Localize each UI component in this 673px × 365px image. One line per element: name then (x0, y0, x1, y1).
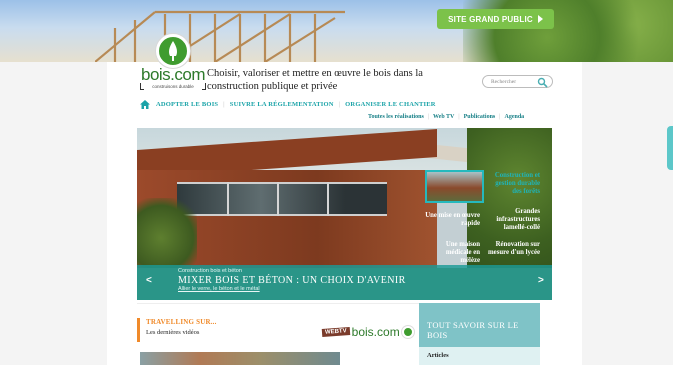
hero-window-mullion (327, 182, 329, 216)
hero-menu-item-forets[interactable]: Construction et gestion durable des forê… (486, 172, 540, 196)
hero-menu-item-maison-medicale[interactable]: Une maison médicale en mélèze (425, 241, 480, 265)
webtv-logo[interactable]: WEBTV bois.com (321, 322, 414, 342)
nav-separator: | (338, 100, 341, 108)
subnav-item-realisations[interactable]: Toutes les réalisations (368, 114, 424, 120)
side-feedback-tab[interactable] (667, 126, 673, 170)
main-nav: ADOPTER LE BOIS | SUIVRE LA RÉGLEMENTATI… (140, 99, 436, 109)
tout-savoir-title: TOUT SAVOIR SUR LE BOIS (427, 320, 519, 340)
site-logo[interactable]: bois.com construisons durable (140, 34, 206, 92)
hero-menu-item-lycee[interactable]: Rénovation sur mesure d'un lycée (484, 241, 540, 257)
nav-separator: | (223, 100, 225, 108)
subnav-separator: | (499, 114, 501, 120)
video-thumbnail[interactable] (140, 352, 340, 365)
search-input[interactable]: Rechercher (482, 75, 553, 88)
hero-title[interactable]: MIXER BOIS ET BÉTON : UN CHOIX D'AVENIR (178, 275, 406, 286)
travelling-section-header: TRAVELLING SUR... Les dernières vidéos (137, 318, 217, 342)
hero-caption[interactable]: Construction bois et béton MIXER BOIS ET… (137, 265, 552, 300)
hero-menu-item-mise-en-oeuvre[interactable]: Une mise en œuvre rapide (425, 212, 480, 228)
travelling-title: TRAVELLING SUR... (146, 318, 217, 326)
nav-item-chantier[interactable]: ORGANISER LE CHANTIER (345, 101, 436, 108)
search-icon[interactable] (537, 77, 548, 88)
logo-bracket-right (202, 83, 206, 90)
site-grand-public-label: SITE GRAND PUBLIC (448, 14, 533, 24)
hero-active-thumbnail[interactable] (425, 170, 484, 203)
subnav-item-publications[interactable]: Publications (464, 114, 496, 120)
home-icon[interactable] (140, 99, 150, 109)
articles-label: Articles (427, 352, 449, 359)
nav-item-reglementation[interactable]: SUIVRE LA RÉGLEMENTATION (230, 101, 334, 108)
subnav-item-agenda[interactable]: Agenda (504, 114, 524, 120)
subnav-separator: | (427, 114, 429, 120)
header-banner-photo (0, 0, 673, 62)
travelling-subtitle: Les dernières vidéos (146, 329, 200, 336)
hero-prev-arrow-icon[interactable]: < (146, 275, 152, 286)
hero-subtitle-link[interactable]: Allier le verre, le béton et le métal (178, 286, 260, 292)
logo-bracket-left (140, 83, 144, 90)
search-placeholder: Rechercher (491, 78, 517, 85)
hero-pretitle: Construction bois et béton (178, 268, 242, 274)
hero-windows (177, 182, 387, 216)
site-tagline: Choisir, valoriser et mettre en œuvre le… (207, 68, 423, 92)
play-arrow-icon (537, 15, 543, 23)
webtv-tag: WEBTV (321, 327, 350, 337)
site-grand-public-button[interactable]: SITE GRAND PUBLIC (437, 9, 554, 29)
logo-subtitle: construisons durable (152, 84, 194, 89)
tree-logo-icon (401, 326, 414, 338)
articles-tab[interactable]: Articles (419, 347, 540, 365)
logo-wordmark: bois.com (140, 65, 206, 84)
hero-next-arrow-icon[interactable]: > (538, 275, 544, 286)
browser-frame: SITE GRAND PUBLIC bois.com construisons … (0, 0, 673, 365)
timber-frame-image (95, 10, 345, 62)
hero-menu-item-infrastructures[interactable]: Grandes infrastructures lamellé-collé (484, 208, 540, 232)
tree-logo-icon (156, 34, 190, 68)
webtv-brand: bois.com (351, 325, 400, 339)
subnav-separator: | (458, 114, 460, 120)
hero-window-mullion (227, 182, 229, 216)
subnav-item-webtv[interactable]: Web TV (433, 114, 454, 120)
hero-window-mullion (277, 182, 279, 216)
section-divider (137, 303, 419, 304)
secondary-nav: Toutes les réalisations | Web TV | Publi… (368, 114, 524, 120)
nav-item-adopter[interactable]: ADOPTER LE BOIS (156, 101, 218, 108)
